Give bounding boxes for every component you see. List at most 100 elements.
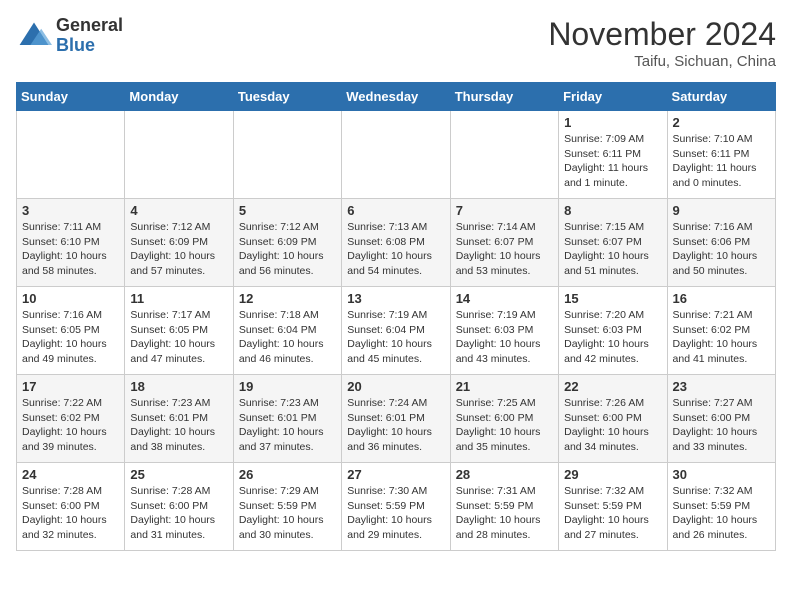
day-number: 5 <box>239 203 336 218</box>
calendar-cell: 2 Sunrise: 7:10 AM Sunset: 6:11 PM Daylig… <box>667 111 775 199</box>
day-number: 23 <box>673 379 770 394</box>
day-info: Sunrise: 7:20 AM Sunset: 6:03 PM Dayligh… <box>564 308 661 367</box>
day-number: 29 <box>564 467 661 482</box>
day-number: 12 <box>239 291 336 306</box>
day-number: 1 <box>564 115 661 130</box>
day-number: 11 <box>130 291 227 306</box>
day-number: 25 <box>130 467 227 482</box>
calendar-cell <box>17 111 125 199</box>
day-info: Sunrise: 7:23 AM Sunset: 6:01 PM Dayligh… <box>239 396 336 455</box>
day-number: 16 <box>673 291 770 306</box>
calendar-cell: 25 Sunrise: 7:28 AM Sunset: 6:00 PM Dayli… <box>125 463 233 551</box>
day-info: Sunrise: 7:12 AM Sunset: 6:09 PM Dayligh… <box>130 220 227 279</box>
day-info: Sunrise: 7:23 AM Sunset: 6:01 PM Dayligh… <box>130 396 227 455</box>
calendar-cell: 5 Sunrise: 7:12 AM Sunset: 6:09 PM Daylig… <box>233 199 341 287</box>
calendar-cell <box>125 111 233 199</box>
day-info: Sunrise: 7:29 AM Sunset: 5:59 PM Dayligh… <box>239 484 336 543</box>
day-header-thursday: Thursday <box>450 83 558 111</box>
day-info: Sunrise: 7:16 AM Sunset: 6:06 PM Dayligh… <box>673 220 770 279</box>
day-number: 20 <box>347 379 444 394</box>
calendar-cell: 17 Sunrise: 7:22 AM Sunset: 6:02 PM Dayli… <box>17 375 125 463</box>
day-info: Sunrise: 7:13 AM Sunset: 6:08 PM Dayligh… <box>347 220 444 279</box>
day-number: 14 <box>456 291 553 306</box>
day-info: Sunrise: 7:10 AM Sunset: 6:11 PM Dayligh… <box>673 132 770 191</box>
logo-text: General Blue <box>56 16 123 56</box>
calendar-cell: 18 Sunrise: 7:23 AM Sunset: 6:01 PM Dayli… <box>125 375 233 463</box>
day-number: 17 <box>22 379 119 394</box>
day-number: 26 <box>239 467 336 482</box>
calendar-table: SundayMondayTuesdayWednesdayThursdayFrid… <box>16 82 776 551</box>
day-info: Sunrise: 7:19 AM Sunset: 6:04 PM Dayligh… <box>347 308 444 367</box>
day-info: Sunrise: 7:28 AM Sunset: 6:00 PM Dayligh… <box>130 484 227 543</box>
calendar-cell <box>450 111 558 199</box>
day-number: 18 <box>130 379 227 394</box>
calendar-cell: 14 Sunrise: 7:19 AM Sunset: 6:03 PM Dayli… <box>450 287 558 375</box>
day-number: 9 <box>673 203 770 218</box>
day-header-saturday: Saturday <box>667 83 775 111</box>
calendar-cell: 10 Sunrise: 7:16 AM Sunset: 6:05 PM Dayli… <box>17 287 125 375</box>
location: Taifu, Sichuan, China <box>548 53 776 70</box>
day-number: 30 <box>673 467 770 482</box>
calendar-cell: 21 Sunrise: 7:25 AM Sunset: 6:00 PM Dayli… <box>450 375 558 463</box>
day-info: Sunrise: 7:16 AM Sunset: 6:05 PM Dayligh… <box>22 308 119 367</box>
calendar-cell: 23 Sunrise: 7:27 AM Sunset: 6:00 PM Dayli… <box>667 375 775 463</box>
calendar-cell <box>233 111 341 199</box>
day-number: 22 <box>564 379 661 394</box>
calendar-cell: 9 Sunrise: 7:16 AM Sunset: 6:06 PM Daylig… <box>667 199 775 287</box>
day-info: Sunrise: 7:12 AM Sunset: 6:09 PM Dayligh… <box>239 220 336 279</box>
day-info: Sunrise: 7:24 AM Sunset: 6:01 PM Dayligh… <box>347 396 444 455</box>
day-info: Sunrise: 7:19 AM Sunset: 6:03 PM Dayligh… <box>456 308 553 367</box>
calendar-cell: 28 Sunrise: 7:31 AM Sunset: 5:59 PM Dayli… <box>450 463 558 551</box>
day-info: Sunrise: 7:32 AM Sunset: 5:59 PM Dayligh… <box>564 484 661 543</box>
day-number: 6 <box>347 203 444 218</box>
calendar-cell: 22 Sunrise: 7:26 AM Sunset: 6:00 PM Dayli… <box>559 375 667 463</box>
calendar-cell: 19 Sunrise: 7:23 AM Sunset: 6:01 PM Dayli… <box>233 375 341 463</box>
day-info: Sunrise: 7:25 AM Sunset: 6:00 PM Dayligh… <box>456 396 553 455</box>
day-info: Sunrise: 7:26 AM Sunset: 6:00 PM Dayligh… <box>564 396 661 455</box>
day-number: 2 <box>673 115 770 130</box>
day-info: Sunrise: 7:14 AM Sunset: 6:07 PM Dayligh… <box>456 220 553 279</box>
day-number: 8 <box>564 203 661 218</box>
day-info: Sunrise: 7:11 AM Sunset: 6:10 PM Dayligh… <box>22 220 119 279</box>
calendar-cell: 26 Sunrise: 7:29 AM Sunset: 5:59 PM Dayli… <box>233 463 341 551</box>
calendar-cell: 29 Sunrise: 7:32 AM Sunset: 5:59 PM Dayli… <box>559 463 667 551</box>
calendar-cell: 13 Sunrise: 7:19 AM Sunset: 6:04 PM Dayli… <box>342 287 450 375</box>
day-info: Sunrise: 7:31 AM Sunset: 5:59 PM Dayligh… <box>456 484 553 543</box>
day-info: Sunrise: 7:32 AM Sunset: 5:59 PM Dayligh… <box>673 484 770 543</box>
calendar-cell: 15 Sunrise: 7:20 AM Sunset: 6:03 PM Dayli… <box>559 287 667 375</box>
day-number: 13 <box>347 291 444 306</box>
day-number: 27 <box>347 467 444 482</box>
day-info: Sunrise: 7:15 AM Sunset: 6:07 PM Dayligh… <box>564 220 661 279</box>
day-number: 28 <box>456 467 553 482</box>
day-number: 21 <box>456 379 553 394</box>
month-year: November 2024 <box>548 16 776 53</box>
calendar-cell: 16 Sunrise: 7:21 AM Sunset: 6:02 PM Dayli… <box>667 287 775 375</box>
logo: General Blue <box>16 16 123 56</box>
calendar-cell: 7Sunrise: 7:14 AM Sunset: 6:07 PM Daylig… <box>450 199 558 287</box>
day-header-wednesday: Wednesday <box>342 83 450 111</box>
day-header-monday: Monday <box>125 83 233 111</box>
day-info: Sunrise: 7:28 AM Sunset: 6:00 PM Dayligh… <box>22 484 119 543</box>
day-number: 15 <box>564 291 661 306</box>
calendar-cell: 27 Sunrise: 7:30 AM Sunset: 5:59 PM Dayli… <box>342 463 450 551</box>
calendar-cell: 1 Sunrise: 7:09 AM Sunset: 6:11 PM Daylig… <box>559 111 667 199</box>
day-number: 24 <box>22 467 119 482</box>
calendar-cell: 4Sunrise: 7:12 AM Sunset: 6:09 PM Daylig… <box>125 199 233 287</box>
day-info: Sunrise: 7:21 AM Sunset: 6:02 PM Dayligh… <box>673 308 770 367</box>
day-info: Sunrise: 7:17 AM Sunset: 6:05 PM Dayligh… <box>130 308 227 367</box>
day-info: Sunrise: 7:09 AM Sunset: 6:11 PM Dayligh… <box>564 132 661 191</box>
day-header-tuesday: Tuesday <box>233 83 341 111</box>
day-info: Sunrise: 7:22 AM Sunset: 6:02 PM Dayligh… <box>22 396 119 455</box>
calendar-cell: 11 Sunrise: 7:17 AM Sunset: 6:05 PM Dayli… <box>125 287 233 375</box>
day-header-friday: Friday <box>559 83 667 111</box>
logo-icon <box>16 18 52 54</box>
calendar-cell: 3Sunrise: 7:11 AM Sunset: 6:10 PM Daylig… <box>17 199 125 287</box>
page-header: General Blue November 2024 Taifu, Sichua… <box>16 16 776 70</box>
day-number: 19 <box>239 379 336 394</box>
calendar-cell: 20 Sunrise: 7:24 AM Sunset: 6:01 PM Dayli… <box>342 375 450 463</box>
day-info: Sunrise: 7:27 AM Sunset: 6:00 PM Dayligh… <box>673 396 770 455</box>
day-info: Sunrise: 7:18 AM Sunset: 6:04 PM Dayligh… <box>239 308 336 367</box>
day-info: Sunrise: 7:30 AM Sunset: 5:59 PM Dayligh… <box>347 484 444 543</box>
day-number: 10 <box>22 291 119 306</box>
day-header-sunday: Sunday <box>17 83 125 111</box>
